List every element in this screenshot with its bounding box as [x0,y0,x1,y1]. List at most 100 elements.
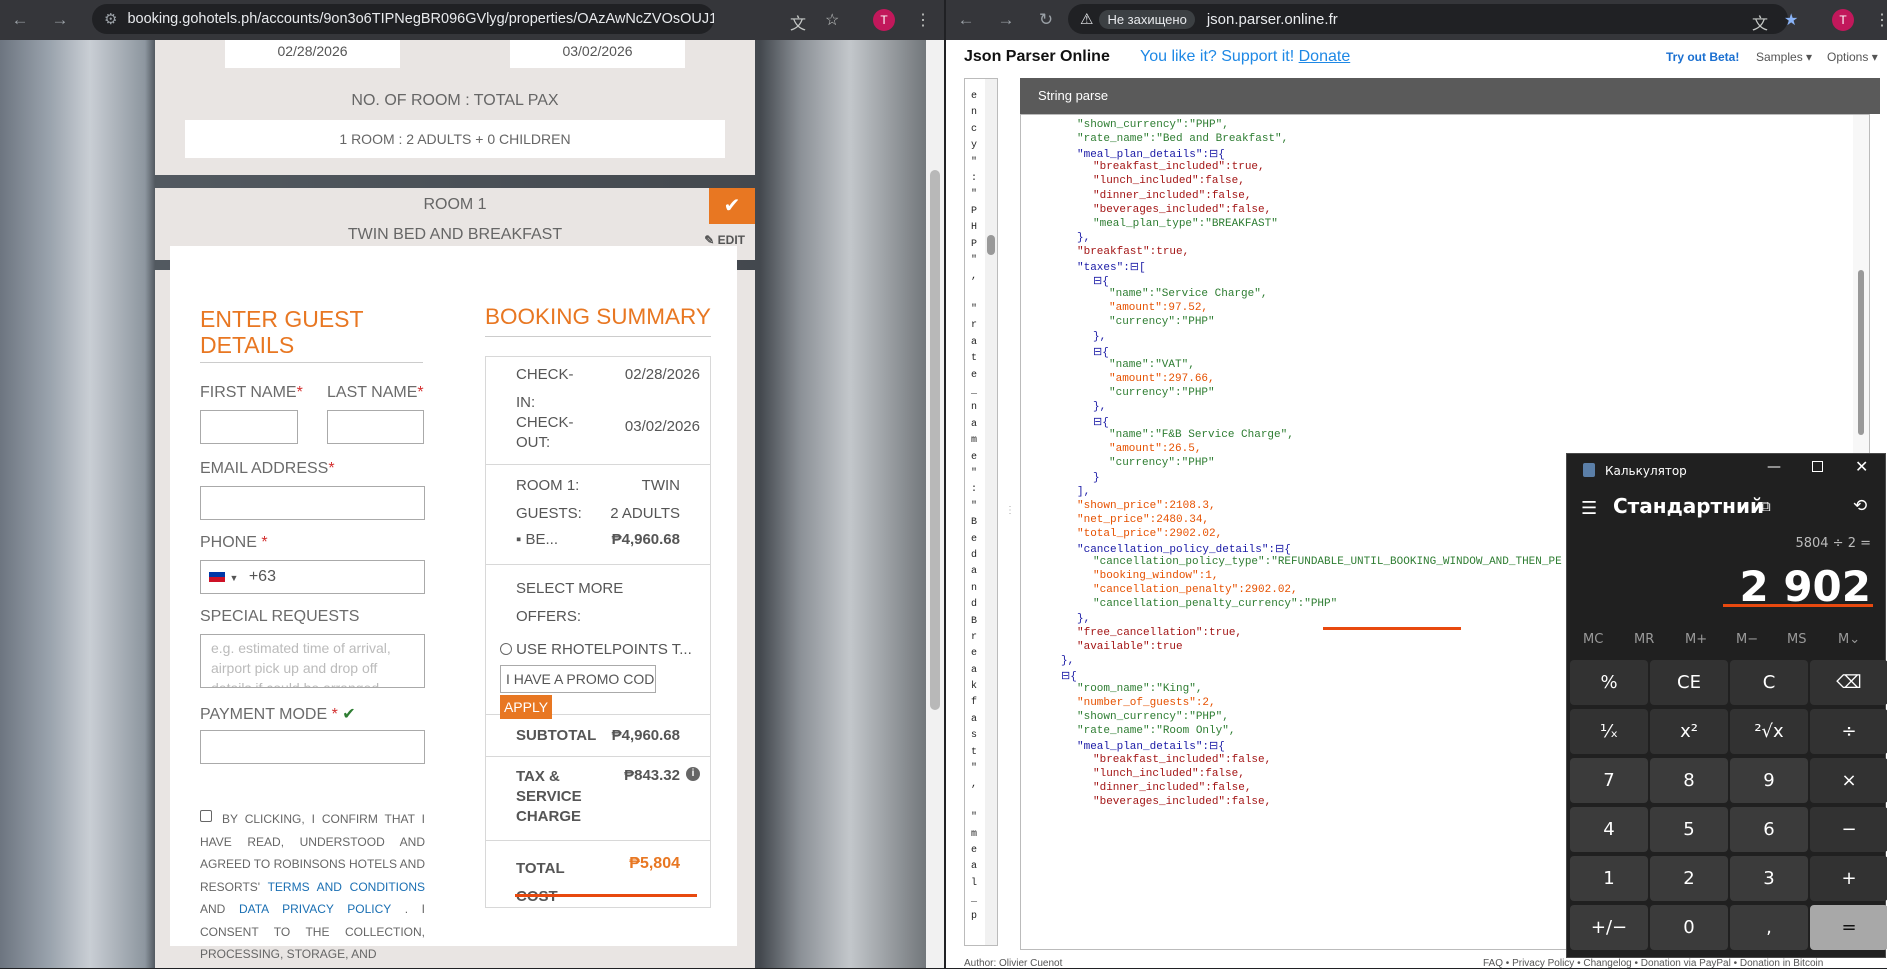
calc-key[interactable]: 1 [1570,856,1648,901]
reload-icon[interactable]: ↻ [1026,10,1066,30]
scrollbar-thumb[interactable] [930,170,940,710]
samples-menu[interactable]: Samples ▾ [1756,50,1812,64]
calc-key[interactable]: = [1810,905,1887,950]
profile-avatar[interactable]: T [873,9,895,31]
checkout-date-field[interactable]: 03/02/2026 [510,40,685,68]
json-input-area[interactable]: e n c y ": " P H P ", " r a t e _ n a m e ": " Be d a n d Br e a k f a s t… [964,78,998,946]
page-scrollbar[interactable] [926,40,944,968]
footer-links[interactable]: FAQ • Privacy Policy • Changelog • Donat… [1483,958,1823,969]
back-icon[interactable]: ← [0,10,40,30]
json-input-char: l [971,877,978,889]
input-scrollbar-thumb[interactable] [987,235,995,255]
edit-room-button[interactable]: ✎ EDIT [704,233,745,247]
calc-key[interactable]: ⌫ [1810,660,1887,705]
maximize-icon[interactable] [1812,461,1823,472]
json-input-char: n [971,402,978,414]
calc-key[interactable]: 3 [1730,856,1808,901]
json-input-char: " [971,254,978,266]
calc-key[interactable]: 9 [1730,758,1808,803]
room-selected-check-icon[interactable]: ✔ [709,188,755,224]
json-input-char [971,794,977,810]
title-divider [200,362,423,363]
url-text: booking.gohotels.ph/accounts/9on3o6TIPNe… [127,11,714,27]
calc-key[interactable]: + [1810,856,1887,901]
radio-icon[interactable] [500,643,512,655]
json-line: "lunch_included":false, [1093,175,1245,188]
json-input-char: a [971,566,978,578]
room-type: TWIN BED AND BREAKFAST [347,226,563,243]
address-bar-right[interactable]: ⚠ Не захищено json.parser.online.fr [1068,4,1788,34]
philippines-flag-icon[interactable] [209,571,225,582]
menu-dots-icon[interactable]: ⋮ [1874,10,1887,30]
calc-key[interactable]: ²√x [1730,709,1808,754]
history-icon[interactable]: ⟲ [1853,496,1867,516]
json-line: "number_of_guests":2, [1077,697,1216,710]
url-text-right: json.parser.online.fr [1206,10,1338,28]
rhotelpoints-option[interactable]: USE RHOTELPOINTS T... [500,641,692,658]
calc-key[interactable]: , [1730,905,1808,950]
calc-key[interactable]: × [1810,758,1887,803]
memory-button[interactable]: MR [1634,632,1654,647]
phone-input[interactable]: ▼ +63 [200,560,425,594]
calc-key[interactable]: 5 [1650,807,1728,852]
back-icon[interactable]: ← [946,10,986,30]
forward-icon[interactable]: → [40,10,80,30]
email-input[interactable] [200,486,425,520]
calc-key[interactable]: 2 [1650,856,1728,901]
calc-key[interactable]: % [1570,660,1648,705]
subtotal-value: ₱4,960.68 [611,727,680,744]
donate-link[interactable]: Donate [1299,48,1351,65]
checkin-date-field[interactable]: 02/28/2026 [225,40,400,68]
calc-key[interactable]: ÷ [1810,709,1887,754]
json-input-char: B [971,517,978,529]
first-name-input[interactable] [200,410,298,444]
calc-key[interactable]: C [1730,660,1808,705]
info-icon[interactable]: i [686,767,700,781]
address-bar[interactable]: ⚙ booking.gohotels.ph/accounts/9on3o6TIP… [92,4,714,34]
calc-key[interactable]: ¹⁄ₓ [1570,709,1648,754]
guests-value: 2 ADULTS [610,505,680,522]
calc-key[interactable]: 6 [1730,807,1808,852]
memory-button[interactable]: M+ [1685,632,1707,647]
calc-key[interactable]: x² [1650,709,1728,754]
forward-icon[interactable]: → [986,10,1026,30]
site-settings-icon[interactable]: ⚙ [104,10,117,28]
last-name-input[interactable] [327,410,424,444]
last-name-label: LAST NAME* [327,384,424,401]
calculator-app-icon [1583,463,1595,477]
splitter-handle[interactable]: ⋮ [1005,505,1015,516]
memory-button[interactable]: MS [1787,632,1806,647]
payment-mode-select[interactable] [200,730,425,764]
calc-key[interactable]: 4 [1570,807,1648,852]
memory-button[interactable]: M⌄ [1838,632,1860,647]
profile-avatar[interactable]: T [1832,9,1854,31]
tree-scrollbar-thumb[interactable] [1858,270,1864,435]
close-icon[interactable]: ✕ [1855,457,1868,476]
calc-key[interactable]: 0 [1650,905,1728,950]
hamburger-menu-icon[interactable]: ☰ [1581,498,1597,519]
insecure-label[interactable]: Не захищено [1099,9,1195,29]
terms-link[interactable]: TERMS AND CONDITIONS [268,880,425,894]
bookmark-star-icon[interactable]: ★ [1784,10,1798,30]
memory-button[interactable]: M− [1736,632,1758,647]
chevron-down-icon[interactable]: ▼ [229,573,238,583]
privacy-policy-link[interactable]: DATA PRIVACY POLICY [239,902,391,916]
translate-icon[interactable]: 文 [790,10,806,34]
memory-button[interactable]: MC [1583,632,1603,647]
input-scrollbar[interactable] [985,79,997,945]
calc-key[interactable]: CE [1650,660,1728,705]
special-requests-textarea[interactable]: e.g. estimated time of arrival, airport … [200,634,425,688]
calc-key[interactable]: 7 [1570,758,1648,803]
promo-code-input[interactable]: I HAVE A PROMO CODE [500,665,656,693]
bookmark-star-icon[interactable]: ☆ [825,10,839,30]
calc-key[interactable]: +/− [1570,905,1648,950]
options-menu[interactable]: Options ▾ [1827,50,1878,64]
try-beta-link[interactable]: Try out Beta! [1666,50,1739,64]
translate-icon[interactable]: 文 [1752,10,1768,34]
calc-key[interactable]: − [1810,807,1887,852]
minimize-icon[interactable]: — [1767,459,1781,475]
keep-on-top-icon[interactable]: ⧉ [1760,497,1771,515]
menu-dots-icon[interactable]: ⋮ [915,10,931,30]
room-pax-field[interactable]: 1 ROOM : 2 ADULTS + 0 CHILDREN [185,120,725,158]
calc-key[interactable]: 8 [1650,758,1728,803]
